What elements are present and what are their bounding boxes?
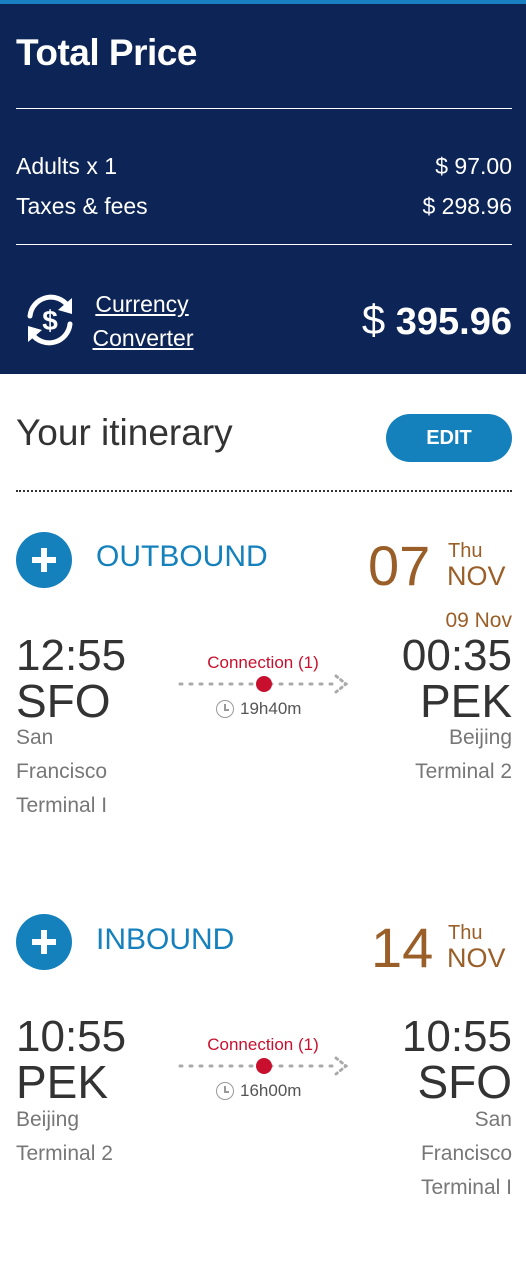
- outbound-label: OUTBOUND: [96, 540, 268, 573]
- inbound-expand-button[interactable]: [16, 914, 72, 970]
- outbound-arrival-terminal: Terminal 2: [415, 760, 512, 783]
- outbound-departure-code: SFO: [16, 675, 111, 727]
- plus-icon: [32, 548, 56, 572]
- inbound-departure-city: Beijing: [16, 1108, 80, 1131]
- inbound-arrival-code: SFO: [417, 1056, 512, 1108]
- price-divider-bottom: [16, 244, 512, 245]
- outbound-arrival-code: PEK: [419, 675, 512, 727]
- inbound-arrival-city-line1: San: [474, 1108, 512, 1131]
- inbound-departure-code: PEK: [16, 1056, 109, 1108]
- total-amount-value: 395.96: [395, 301, 512, 343]
- inbound-label: INBOUND: [96, 923, 235, 956]
- itinerary-title: Your itinerary: [16, 412, 233, 453]
- currency-converter-link-line2[interactable]: Converter: [88, 321, 198, 355]
- inbound-arrival-city-line2: Francisco: [420, 1142, 512, 1165]
- inbound-month: NOV: [447, 943, 506, 973]
- taxes-label: Taxes & fees: [16, 193, 148, 219]
- inbound-day: 14: [371, 916, 434, 979]
- outbound-month: NOV: [447, 561, 506, 591]
- outbound-arrival-date: 09 Nov: [445, 609, 512, 632]
- taxes-value: $ 298.96: [422, 193, 512, 219]
- total-amount: $ 395.96: [362, 296, 512, 344]
- inbound-duration: 16h00m: [216, 1081, 301, 1101]
- currency-exchange-icon[interactable]: $: [20, 290, 80, 350]
- outbound-departure-city-line1: San: [16, 726, 54, 749]
- edit-button[interactable]: EDIT: [386, 414, 512, 462]
- route-arrow-icon: [178, 674, 349, 694]
- total-price-panel: Total Price Adults x 1 $ 97.00 Taxes & f…: [0, 0, 526, 374]
- inbound-weekday: Thu: [448, 922, 483, 944]
- outbound-expand-button[interactable]: [16, 532, 72, 588]
- itinerary-divider: [16, 490, 512, 492]
- outbound-duration-text: 19h40m: [240, 699, 302, 718]
- svg-text:$: $: [42, 305, 58, 336]
- outbound-weekday: Thu: [448, 540, 483, 562]
- outbound-arrival-city: Beijing: [448, 726, 512, 749]
- route-arrow-icon: [178, 1056, 349, 1076]
- total-currency-symbol: $: [361, 296, 386, 343]
- top-accent-bar: [0, 0, 526, 4]
- price-divider-top: [16, 108, 512, 109]
- inbound-duration-text: 16h00m: [240, 1081, 302, 1100]
- clock-icon: [216, 700, 234, 718]
- adults-value: $ 97.00: [435, 153, 512, 179]
- total-price-title: Total Price: [16, 32, 197, 73]
- inbound-arrival-terminal: Terminal I: [420, 1176, 512, 1199]
- currency-converter-link-line1[interactable]: Currency: [94, 287, 190, 321]
- adults-label: Adults x 1: [16, 153, 117, 179]
- inbound-departure-terminal: Terminal 2: [16, 1142, 113, 1165]
- outbound-departure-city-line2: Francisco: [16, 760, 108, 783]
- outbound-departure-terminal: Terminal I: [16, 794, 108, 817]
- plus-icon: [32, 930, 56, 954]
- clock-icon: [216, 1082, 234, 1100]
- outbound-duration: 19h40m: [216, 699, 301, 719]
- outbound-day: 07: [368, 534, 431, 597]
